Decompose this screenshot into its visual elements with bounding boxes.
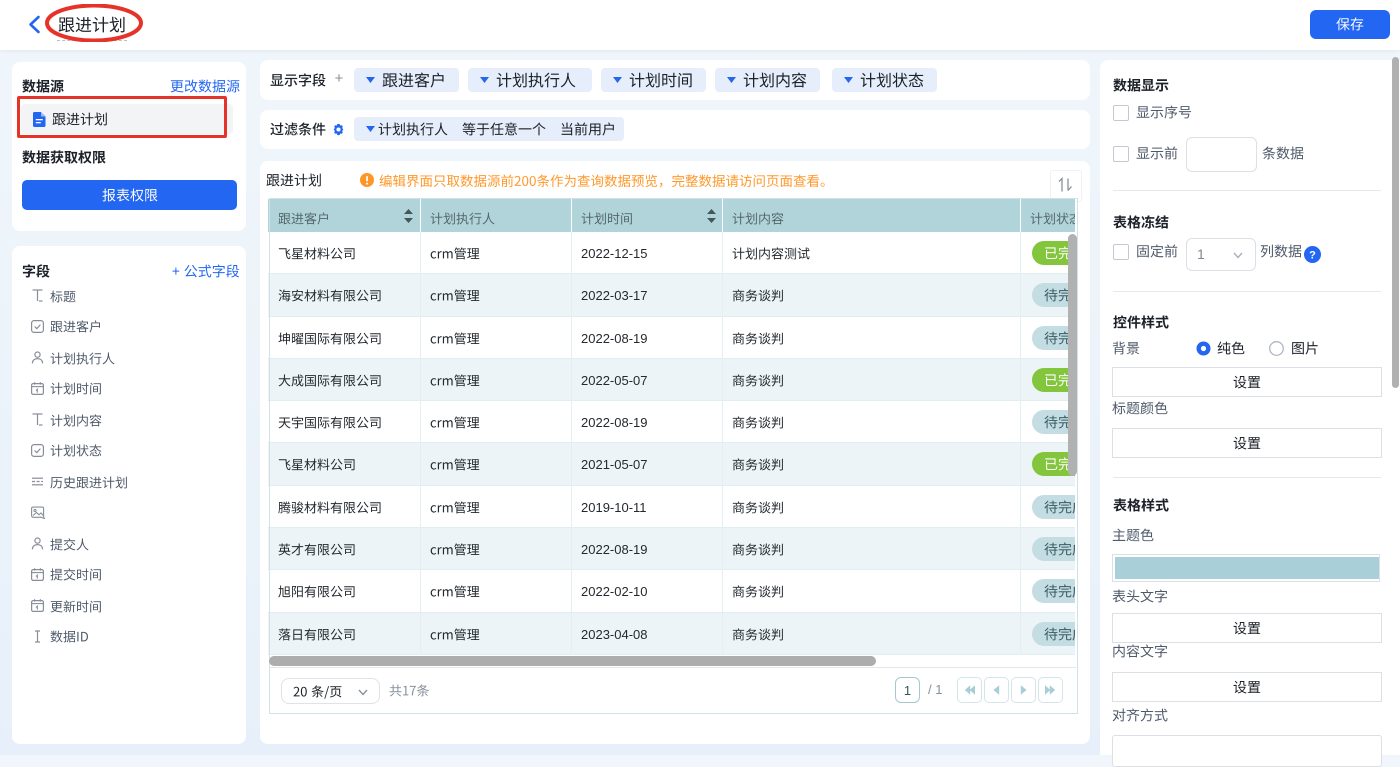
svg-text:?: ? [1309,250,1316,262]
